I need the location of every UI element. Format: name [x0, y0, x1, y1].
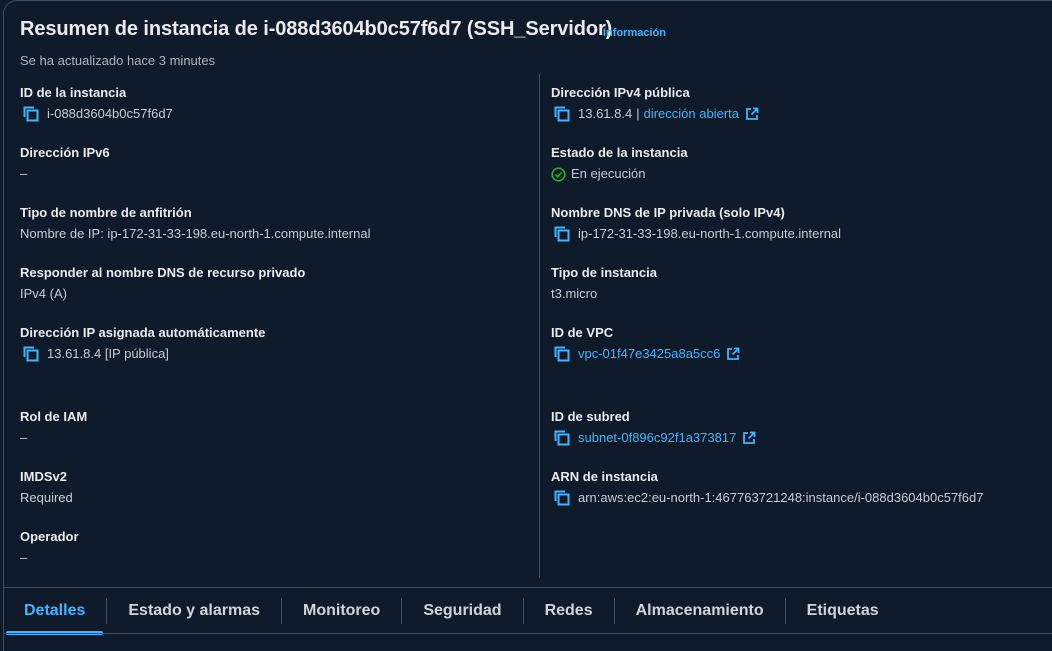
field-public-ipv4: Dirección IPv4 pública 13.61.8.4 | direc… — [551, 84, 759, 124]
field-ipv6: Dirección IPv6 – — [20, 144, 110, 184]
field-label: Dirección IPv6 — [20, 145, 110, 160]
last-updated-text: Se ha actualizado hace 3 minutes — [20, 53, 216, 68]
field-label: Tipo de nombre de anfitrión — [20, 205, 192, 220]
instance-state-value: En ejecución — [571, 166, 646, 181]
auto-ip-value: 13.61.8.4 [IP pública] — [47, 346, 169, 361]
imdsv2-value: Required — [20, 490, 73, 505]
external-link-icon[interactable] — [726, 347, 740, 361]
copy-icon[interactable] — [553, 489, 571, 507]
field-instance-type: Tipo de instancia t3.micro — [551, 264, 657, 304]
field-hostname-type: Tipo de nombre de anfitrión Nombre de IP… — [20, 204, 370, 244]
field-iam-role: Rol de IAM – — [20, 408, 87, 448]
operator-value: – — [20, 550, 28, 565]
field-imdsv2: IMDSv2 Required — [20, 468, 73, 508]
field-label: ARN de instancia — [551, 469, 658, 484]
copy-icon[interactable] — [553, 429, 571, 447]
field-instance-state: Estado de la instancia En ejecución — [551, 144, 688, 184]
copy-icon[interactable] — [553, 105, 571, 123]
field-vpc-id: ID de VPC vpc-01f47e3425a8a5cc6 — [551, 324, 740, 364]
field-label: ID de la instancia — [20, 85, 127, 100]
field-label: ID de subred — [551, 409, 630, 424]
field-private-dns: Nombre DNS de IP privada (solo IPv4) ip-… — [551, 204, 841, 244]
field-label: Estado de la instancia — [551, 145, 688, 160]
tab-status-alarms[interactable]: Estado y alarmas — [107, 588, 281, 634]
copy-icon[interactable] — [553, 345, 571, 363]
iam-role-value: – — [20, 430, 28, 445]
subnet-id-link[interactable]: subnet-0f896c92f1a373817 — [578, 428, 736, 448]
tab-tags[interactable]: Etiquetas — [786, 588, 900, 634]
field-label: Nombre DNS de IP privada (solo IPv4) — [551, 205, 785, 220]
field-instance-id: ID de la instancia i-088d3604b0c57f6d7 — [20, 84, 173, 124]
field-label: ID de VPC — [551, 325, 614, 340]
public-ipv4-value: 13.61.8.4 — [578, 106, 633, 121]
separator: | — [636, 106, 640, 121]
field-label: IMDSv2 — [20, 469, 67, 484]
field-label: Responder al nombre DNS de recurso priva… — [20, 265, 306, 280]
tab-details[interactable]: Detalles — [3, 588, 106, 635]
page-title: Resumen de instancia de i-088d3604b0c57f… — [20, 18, 613, 40]
copy-icon[interactable] — [553, 225, 571, 243]
field-label: Dirección IPv4 pública — [551, 85, 690, 100]
ipv6-value: – — [20, 166, 28, 181]
field-private-dns-answer: Responder al nombre DNS de recurso priva… — [20, 264, 305, 304]
instance-arn-value: arn:aws:ec2:eu-north-1:467763721248:inst… — [578, 490, 984, 505]
private-dns-answer-value: IPv4 (A) — [20, 286, 67, 301]
external-link-icon[interactable] — [745, 107, 759, 121]
field-label: Tipo de instancia — [551, 265, 657, 280]
column-divider — [539, 74, 540, 578]
field-auto-assigned-ip: Dirección IP asignada automáticamente 13… — [20, 324, 265, 364]
hostname-type-value: Nombre de IP: ip-172-31-33-198.eu-north-… — [20, 226, 371, 241]
tabs-bottom-border — [3, 633, 1052, 634]
private-dns-value: ip-172-31-33-198.eu-north-1.compute.inte… — [578, 226, 842, 241]
external-link-icon[interactable] — [742, 431, 756, 445]
field-label: Operador — [20, 529, 79, 544]
field-label: Rol de IAM — [20, 409, 88, 424]
instance-id-value: i-088d3604b0c57f6d7 — [47, 106, 173, 121]
info-link[interactable]: Información — [603, 27, 666, 39]
open-address-link[interactable]: dirección abierta — [644, 104, 739, 124]
tab-storage[interactable]: Almacenamiento — [615, 588, 785, 634]
copy-icon[interactable] — [22, 345, 40, 363]
vpc-id-link[interactable]: vpc-01f47e3425a8a5cc6 — [578, 344, 720, 364]
tab-networking[interactable]: Redes — [524, 588, 614, 634]
instance-type-value: t3.micro — [551, 286, 598, 301]
tab-bar: Detalles Estado y alarmas Monitoreo Segu… — [3, 588, 900, 635]
field-label: Dirección IP asignada automáticamente — [20, 325, 266, 340]
tab-security[interactable]: Seguridad — [402, 588, 522, 634]
check-circle-icon — [551, 166, 566, 182]
field-instance-arn: ARN de instancia arn:aws:ec2:eu-north-1:… — [551, 468, 983, 508]
field-subnet-id: ID de subred subnet-0f896c92f1a373817 — [551, 408, 756, 448]
tab-monitoring[interactable]: Monitoreo — [282, 588, 401, 634]
copy-icon[interactable] — [22, 105, 40, 123]
field-operator: Operador – — [20, 528, 79, 568]
